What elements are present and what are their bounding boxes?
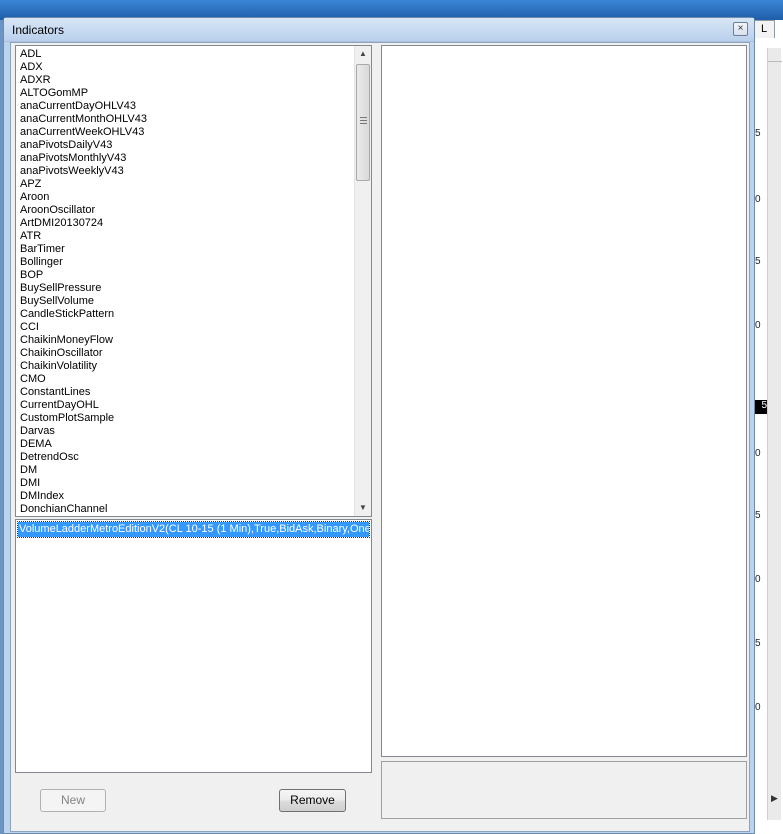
indicator-list-item[interactable]: Darvas [20, 425, 355, 438]
indicator-list-item[interactable]: DMI [20, 477, 355, 490]
price-scale-label: 5 [755, 510, 761, 521]
indicator-list-item[interactable]: DetrendOsc [20, 451, 355, 464]
indicator-list-item[interactable]: CCI [20, 321, 355, 334]
indicator-list-item[interactable]: Aroon [20, 191, 355, 204]
indicator-list-item[interactable]: AroonOscillator [20, 204, 355, 217]
indicator-list-scrollbar[interactable]: ▲ ▼ [354, 46, 371, 516]
price-scale-label: 0 [755, 320, 761, 331]
indicator-list-item[interactable]: ConstantLines [20, 386, 355, 399]
indicator-list-item[interactable]: DMIndex [20, 490, 355, 503]
applied-indicator-item[interactable]: VolumeLadderMetroEditionV2(CL 10-15 (1 M… [17, 521, 370, 538]
description-panel [381, 761, 747, 819]
indicator-list-item[interactable]: ALTOGomMP [20, 87, 355, 100]
indicator-list-item[interactable]: BuySellVolume [20, 295, 355, 308]
indicators-dialog: Indicators × ADL ADX ADXR ALTOGomMP anaCurre… [3, 17, 755, 834]
remove-button[interactable]: Remove [279, 789, 346, 812]
indicator-list-item[interactable]: ChaikinMoneyFlow [20, 334, 355, 347]
background-scrollbar-top [768, 48, 782, 62]
indicator-list-item[interactable]: BuySellPressure [20, 282, 355, 295]
indicator-list-item[interactable]: CustomPlotSample [20, 412, 355, 425]
price-scale-label: 0 [755, 702, 761, 713]
indicator-list-item[interactable]: anaCurrentWeekOHLV43 [20, 126, 355, 139]
price-scale-label: 0 [755, 194, 761, 205]
price-scale-label: 0 [755, 448, 761, 459]
available-indicators-list[interactable]: ADL ADX ADXR ALTOGomMP anaCurrentDayOHLV43 an… [15, 45, 372, 517]
indicator-items: ADL ADX ADXR ALTOGomMP anaCurrentDayOHLV43 an… [20, 48, 355, 516]
price-scale-label: 5 [755, 256, 761, 267]
indicator-list-item[interactable]: ArtDMI20130724 [20, 217, 355, 230]
indicator-list-item[interactable]: anaCurrentMonthOHLV43 [20, 113, 355, 126]
indicator-list-item[interactable]: DonchianChannel [20, 503, 355, 516]
price-scale-label: 5 [755, 128, 761, 139]
background-scrollbar[interactable]: ▶ [767, 48, 782, 820]
indicator-list-item[interactable]: anaPivotsWeeklyV43 [20, 165, 355, 178]
indicator-list-item[interactable]: CurrentDayOHL [20, 399, 355, 412]
indicator-list-item[interactable]: APZ [20, 178, 355, 191]
indicator-list-item[interactable]: ATR [20, 230, 355, 243]
indicator-list-item[interactable]: DEMA [20, 438, 355, 451]
indicator-list-item[interactable]: ChaikinVolatility [20, 360, 355, 373]
applied-indicators-list[interactable]: VolumeLadderMetroEditionV2(CL 10-15 (1 M… [15, 519, 372, 773]
close-button[interactable]: × [733, 22, 748, 36]
indicator-list-item[interactable]: anaPivotsDailyV43 [20, 139, 355, 152]
indicator-list-item[interactable]: ADX [20, 61, 355, 74]
indicator-list-item[interactable]: ADL [20, 48, 355, 61]
properties-grid[interactable] [381, 45, 747, 757]
price-scale-label: 5 [755, 638, 761, 649]
indicator-list-item[interactable]: Bollinger [20, 256, 355, 269]
price-scale-label: 0 [755, 574, 761, 585]
indicator-list-item[interactable]: CMO [20, 373, 355, 386]
indicator-list-item[interactable]: DM [20, 464, 355, 477]
indicator-list-item[interactable]: anaPivotsMonthlyV43 [20, 152, 355, 165]
indicator-list-item[interactable]: BOP [20, 269, 355, 282]
background-tab[interactable]: L [753, 20, 775, 38]
new-button[interactable]: New [40, 789, 106, 812]
indicator-list-item[interactable]: BarTimer [20, 243, 355, 256]
grip-icon [360, 117, 367, 124]
indicator-list-item[interactable]: ADXR [20, 74, 355, 87]
close-icon: × [737, 23, 744, 34]
chevron-right-icon[interactable]: ▶ [771, 793, 778, 804]
window-title: Indicators [12, 23, 65, 37]
scroll-down-icon[interactable]: ▼ [355, 500, 371, 516]
indicator-list-item[interactable]: CandleStickPattern [20, 308, 355, 321]
scrollbar-thumb[interactable] [356, 64, 370, 181]
indicator-list-item[interactable]: anaCurrentDayOHLV43 [20, 100, 355, 113]
title-bar[interactable]: Indicators × [4, 18, 754, 42]
scroll-up-icon[interactable]: ▲ [355, 46, 371, 62]
indicator-list-item[interactable]: ChaikinOscillator [20, 347, 355, 360]
dialog-client-area: ADL ADX ADXR ALTOGomMP anaCurrentDayOHLV43 an… [10, 42, 750, 832]
